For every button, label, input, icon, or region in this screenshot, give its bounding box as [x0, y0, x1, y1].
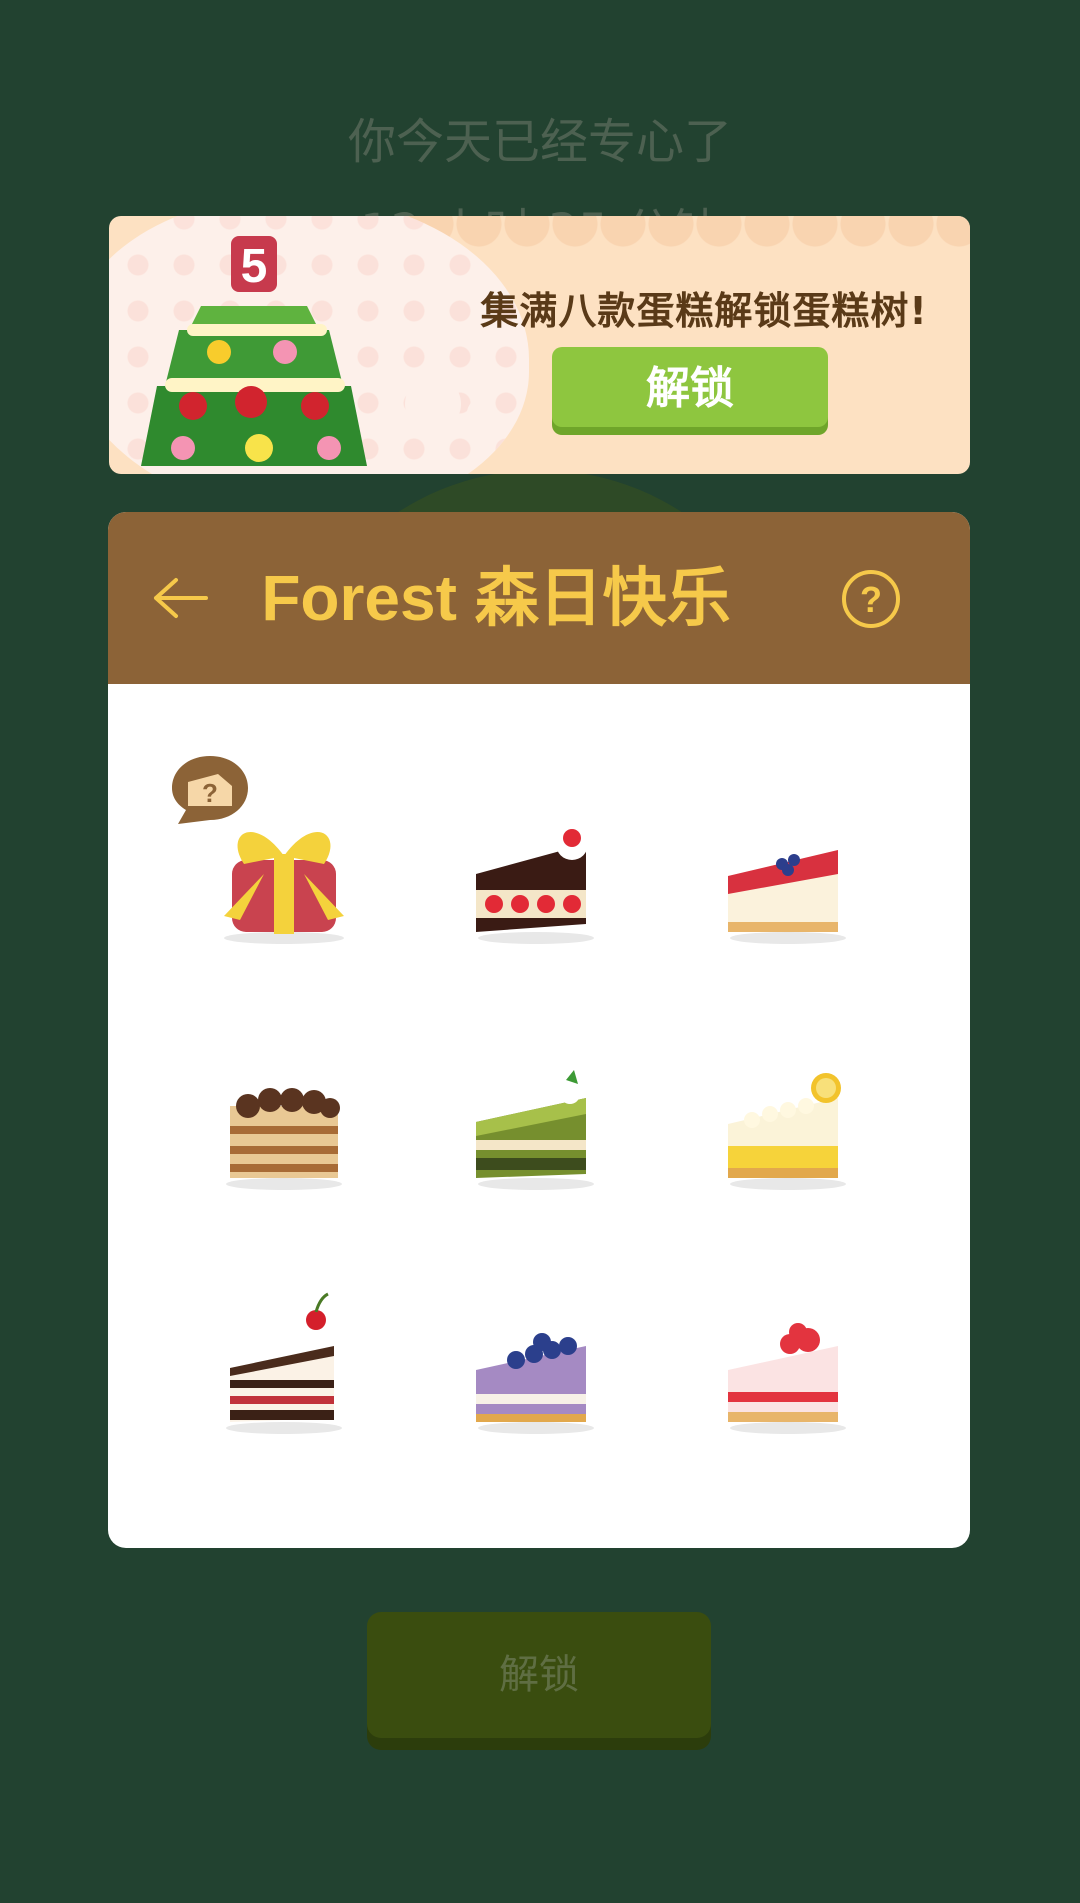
blueberry-cake[interactable]	[456, 1284, 616, 1444]
banner-bubble	[405, 376, 461, 432]
banner-message: 集满八款蛋糕解锁蛋糕树!	[480, 289, 928, 333]
cake-icon	[728, 1323, 846, 1434]
lemon-cake[interactable]	[708, 1040, 868, 1200]
cake-tree-banner: 5 集满八款蛋糕解锁蛋糕树! 解锁	[109, 216, 970, 474]
cake-icon	[476, 828, 594, 944]
banner-bubble	[467, 398, 497, 428]
berry-cheesecake[interactable]	[708, 794, 868, 954]
cake-icon	[728, 850, 846, 944]
focus-summary-label: 你今天已经专心了	[347, 114, 732, 170]
help-icon[interactable]: ?	[840, 568, 902, 630]
card-title: Forest 森日快乐	[261, 562, 731, 634]
cake-tree-illustration: 5	[141, 236, 367, 466]
cake-icon	[226, 1292, 342, 1434]
black-forest-cake[interactable]	[204, 1284, 364, 1444]
banner-unlock-button[interactable]: 解锁	[552, 347, 828, 427]
card-header: Forest 森日快乐 ?	[108, 512, 970, 684]
back-arrow-icon[interactable]	[152, 574, 208, 622]
cake-icon	[476, 1070, 594, 1190]
mystery-question-icon: ?	[172, 756, 248, 824]
background-unlock-button: 解锁	[367, 1612, 711, 1738]
cake-grid: ?	[108, 684, 970, 1548]
cake-collection-card: Forest 森日快乐 ? ?	[108, 512, 970, 1548]
cake-tree-badge: 5	[241, 240, 268, 293]
svg-text:?: ?	[860, 579, 882, 620]
cake-icon	[728, 1073, 846, 1190]
cake-icon	[476, 1333, 594, 1434]
tiramisu-cake[interactable]	[204, 1040, 364, 1200]
cake-icon	[226, 1088, 342, 1190]
strawberry-shortcake[interactable]	[708, 1284, 868, 1444]
strawberry-chocolate-cake[interactable]	[456, 794, 616, 954]
matcha-cake[interactable]	[456, 1040, 616, 1200]
svg-text:?: ?	[202, 778, 218, 808]
